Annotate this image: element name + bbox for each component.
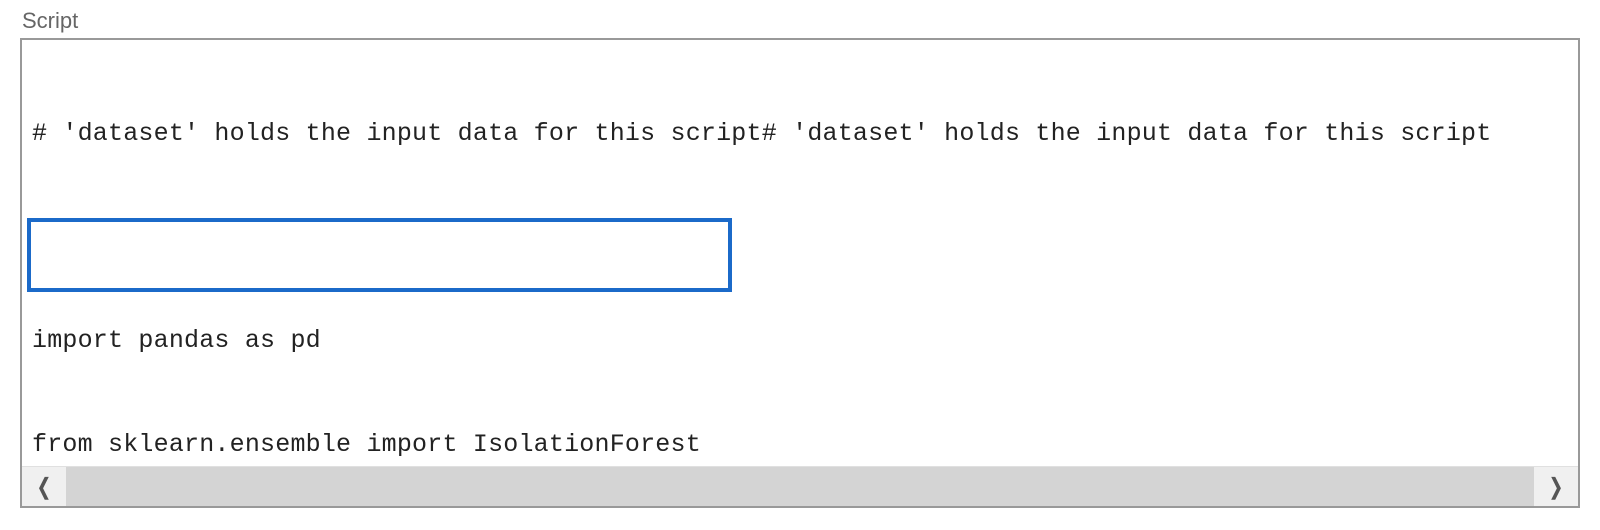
chevron-left-icon: ❬: [35, 474, 53, 500]
code-line: from sklearn.ensemble import IsolationFo…: [32, 428, 1568, 463]
chevron-right-icon: ❭: [1547, 474, 1565, 500]
panel-label: Script: [20, 8, 1580, 34]
code-line: import pandas as pd: [32, 324, 1568, 359]
code-line: # 'dataset' holds the input data for thi…: [32, 117, 1568, 152]
highlight-annotation: [27, 218, 732, 292]
scroll-track[interactable]: [66, 467, 1534, 506]
scroll-thumb[interactable]: [66, 467, 1534, 506]
scroll-left-button[interactable]: ❬: [22, 467, 66, 506]
horizontal-scrollbar[interactable]: ❬ ❭: [22, 466, 1578, 506]
code-area[interactable]: # 'dataset' holds the input data for thi…: [22, 40, 1578, 508]
scroll-right-button[interactable]: ❭: [1534, 467, 1578, 506]
script-editor[interactable]: # 'dataset' holds the input data for thi…: [20, 38, 1580, 508]
